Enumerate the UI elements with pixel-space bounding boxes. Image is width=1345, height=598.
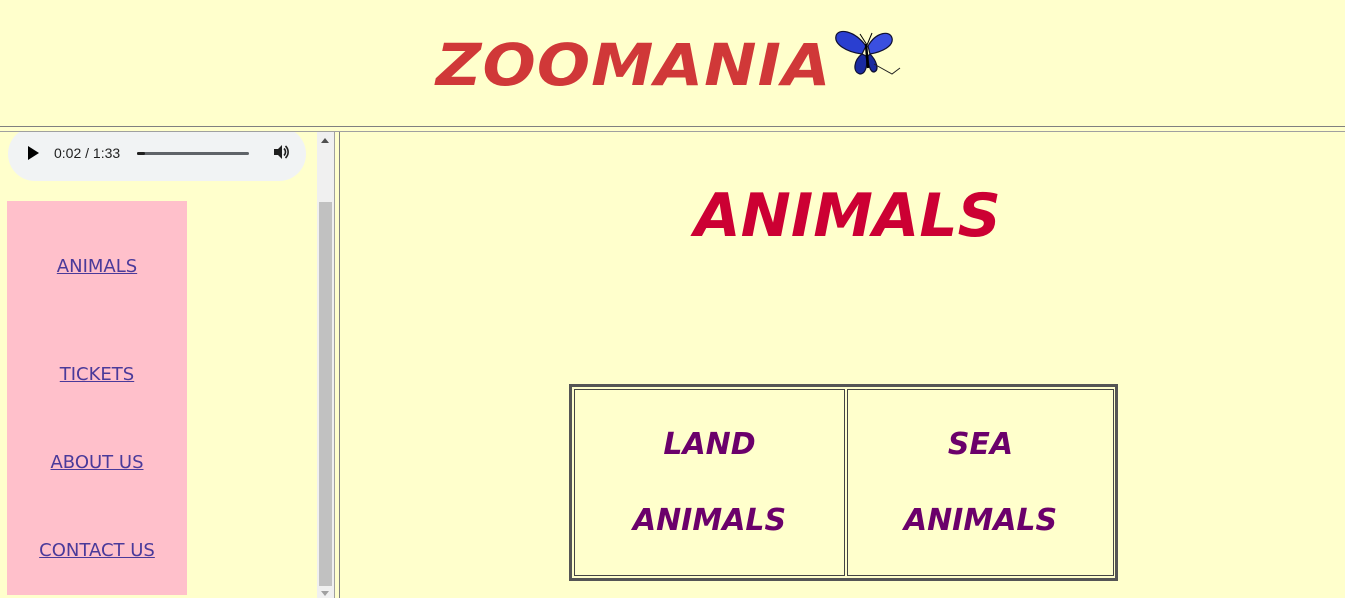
category-table: LAND ANIMALS SEA ANIMALS — [569, 384, 1118, 581]
audio-progress-slider[interactable] — [137, 152, 249, 155]
page-title: ANIMALS — [694, 181, 1001, 251]
play-icon[interactable] — [28, 146, 39, 160]
nav-panel: ANIMALS TICKETS ABOUT US CONTACT US — [7, 201, 187, 595]
site-title: ZOOMANIA — [436, 31, 832, 99]
nav-link-animals[interactable]: ANIMALS — [7, 256, 187, 277]
category-label-line2: ANIMALS — [903, 503, 1058, 538]
scroll-down-arrow-icon[interactable] — [321, 591, 329, 596]
nav-frame: 0:02 / 1:33 ANIMALS TICKETS ABOUT US CON… — [0, 132, 317, 598]
nav-frame-scrollbar[interactable] — [317, 132, 334, 598]
nav-link-about-us[interactable]: ABOUT US — [7, 452, 187, 473]
category-label-line2: ANIMALS — [632, 503, 787, 538]
audio-player[interactable]: 0:02 / 1:33 — [8, 132, 306, 181]
audio-time: 0:02 / 1:33 — [54, 145, 121, 161]
nav-link-tickets[interactable]: TICKETS — [7, 364, 187, 385]
main-frame: ANIMALS LAND ANIMALS SEA ANIMALS — [340, 132, 1345, 598]
category-sea-animals[interactable]: SEA ANIMALS — [847, 389, 1114, 576]
audio-progress-fill — [137, 152, 145, 155]
butterfly-icon — [835, 30, 901, 75]
category-land-animals[interactable]: LAND ANIMALS — [574, 389, 845, 576]
nav-link-contact-us[interactable]: CONTACT US — [7, 540, 187, 561]
scroll-up-arrow-icon[interactable] — [321, 138, 329, 143]
category-label-line1: SEA — [947, 427, 1014, 462]
header: ZOOMANIA — [0, 0, 1345, 126]
scroll-thumb[interactable] — [319, 202, 332, 586]
category-label-line1: LAND — [663, 427, 756, 462]
volume-icon[interactable] — [272, 143, 290, 161]
